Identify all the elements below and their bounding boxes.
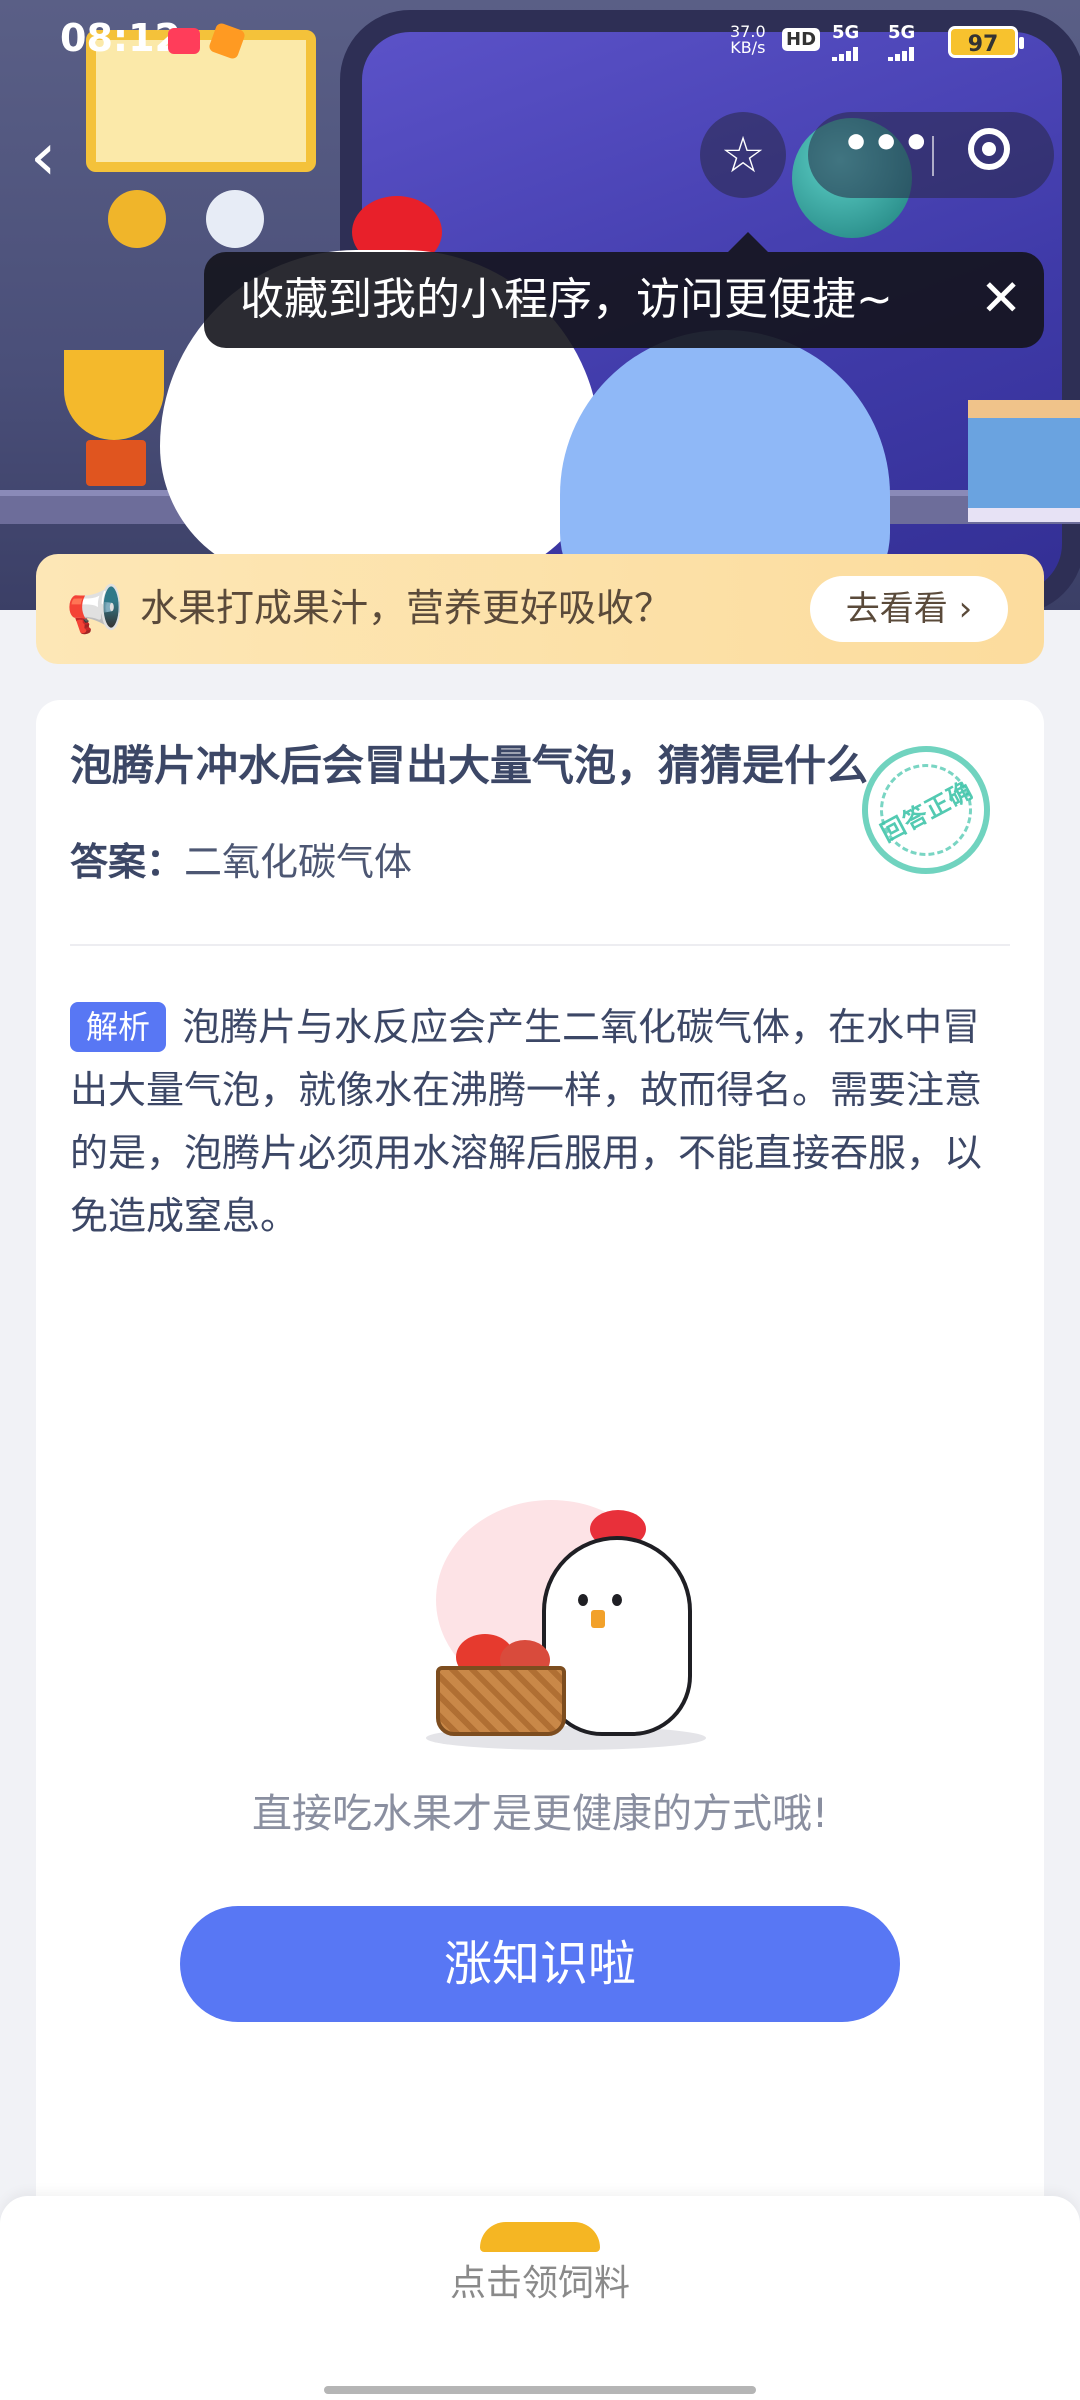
capsule-divider [932,136,934,176]
answer-card: 泡腾片冲水后会冒出大量气泡，猜猜是什么 答案：二氧化碳气体 回答正确 解析 泡腾片… [36,700,1044,2260]
chick-eye [612,1594,622,1606]
chevron-left-icon: ‹ [30,118,57,195]
chick-basket-illustration [406,1490,746,1760]
status-bar: 08:12 37.0 KB/s HD 5G 5G 97 [0,0,1080,84]
star-icon: ☆ [720,126,766,184]
analysis-text: 泡腾片与水反应会产生二氧化碳气体，在水中冒出大量气泡，就像水在沸腾一样，故而得名… [70,1005,983,1238]
signal-bars-icon [832,42,870,61]
home-indicator[interactable] [324,2386,756,2394]
signal-label: 5G [888,22,916,43]
answer-row: 答案：二氧化碳气体 [70,834,412,890]
battery-icon: 97 [948,26,1024,58]
status-time: 08:12 [60,16,181,60]
tooltip-text: 收藏到我的小程序，访问更便捷~ [240,274,893,325]
network-speed: 37.0 KB/s [730,24,766,56]
health-tip: 直接吃水果才是更健康的方式哦! [251,1791,829,1837]
hd-icon: HD [782,28,821,51]
chick-eye [578,1594,588,1606]
notice-banner[interactable]: 📢 水果打成果汁，营养更好吸收？ 去看看 › [36,554,1044,664]
feed-icon [480,2222,600,2252]
answer-value: 二氧化碳气体 [184,840,413,884]
analysis-tag: 解析 [70,1002,167,1052]
more-button[interactable]: ••• [842,118,932,169]
close-miniprogram-button[interactable] [968,128,1010,170]
medal-icon [108,190,166,248]
analysis-paragraph: 解析 泡腾片与水反应会产生二氧化碳气体，在水中冒出大量气泡，就像水在沸腾一样，故而… [70,996,1010,1248]
notice-text: 水果打成果汁，营养更好吸收？ [140,586,673,630]
megaphone-icon: 📢 [66,582,124,636]
chick-beak [591,1610,605,1628]
favorite-button[interactable]: ☆ [700,112,786,198]
bottom-bar[interactable]: 点击领饲料 [0,2196,1080,2400]
divider [70,944,1010,946]
medal-icon [206,190,264,248]
books-illustration [968,400,1080,522]
back-button[interactable]: ‹ [30,122,90,192]
get-feed-label: 点击领饲料 [449,2263,630,2304]
trophy-base [86,440,146,486]
learned-button[interactable]: 涨知识啦 [180,1906,900,2022]
basket-icon [436,1666,566,1736]
favorite-tooltip: 收藏到我的小程序，访问更便捷~ ✕ [204,232,1044,348]
app-notification-icon [207,21,247,61]
network-speed-unit: KB/s [730,38,766,57]
answer-label: 答案： [70,840,185,884]
app-notification-icon [168,28,200,54]
signal-label: 5G [832,22,860,43]
signal-bars-icon [888,42,926,61]
trophy-icon [64,350,164,440]
mini-program-capsule: ☆ ••• [700,112,1054,198]
go-see-button[interactable]: 去看看 › [810,576,1008,642]
tooltip-close-button[interactable]: ✕ [980,268,1022,328]
